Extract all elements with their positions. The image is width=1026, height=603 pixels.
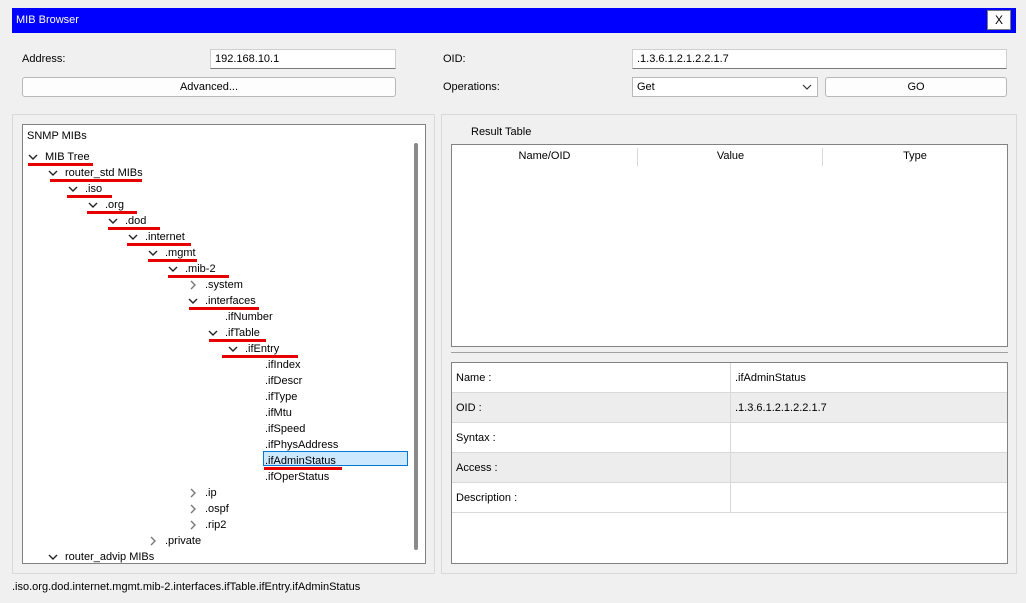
detail-label: Access : <box>456 462 498 474</box>
tree-node[interactable]: router_std MIBs <box>65 166 143 180</box>
tree-node[interactable]: .dod <box>125 214 146 228</box>
detail-label: OID : <box>456 402 482 414</box>
chevron-down-icon[interactable] <box>67 182 79 196</box>
result-table-title: Result Table <box>471 126 532 138</box>
tree-node[interactable]: .rip2 <box>205 518 226 532</box>
chevron-down-icon[interactable] <box>207 326 219 340</box>
tree-header: SNMP MIBs <box>27 130 87 142</box>
column-header-type[interactable]: Type <box>823 145 1007 167</box>
result-table[interactable]: Name/OID Value Type <box>451 144 1008 347</box>
tree-node[interactable]: .ifNumber <box>225 310 273 324</box>
tree-node[interactable]: .ifTable <box>225 326 260 340</box>
chevron-right-icon[interactable] <box>187 502 199 516</box>
tree-node[interactable]: .ifPhysAddress <box>265 438 338 452</box>
tree-node[interactable]: .ifType <box>265 390 297 404</box>
chevron-right-icon[interactable] <box>187 518 199 532</box>
column-header-name-oid[interactable]: Name/OID <box>452 145 637 167</box>
tree-node[interactable]: .ifMtu <box>265 406 292 420</box>
chevron-right-icon[interactable] <box>187 486 199 500</box>
chevron-down-icon[interactable] <box>187 294 199 308</box>
tree-node[interactable]: .ifSpeed <box>265 422 305 436</box>
tree-node[interactable]: .ifOperStatus <box>265 470 329 484</box>
tree-node[interactable]: .interfaces <box>205 294 256 308</box>
detail-value <box>731 483 735 513</box>
detail-value <box>731 453 735 483</box>
operations-value: Get <box>637 81 655 93</box>
tree-node[interactable]: .private <box>165 534 201 548</box>
tree-node[interactable]: router_advip MIBs <box>65 550 154 564</box>
close-button[interactable]: X <box>987 10 1011 30</box>
detail-label: Description : <box>456 492 518 504</box>
advanced-button[interactable]: Advanced... <box>22 77 396 97</box>
tree-node[interactable]: .ifDescr <box>265 374 302 388</box>
chevron-down-icon[interactable] <box>107 214 119 228</box>
go-button[interactable]: GO <box>825 77 1007 97</box>
oid-field[interactable]: .1.3.6.1.2.1.2.2.1.7 <box>632 49 1007 69</box>
chevron-right-icon[interactable] <box>187 278 199 292</box>
mib-tree[interactable] <box>22 124 426 564</box>
oid-label: OID: <box>443 53 466 65</box>
tree-node[interactable]: .mib-2 <box>185 262 216 276</box>
tree-node[interactable]: .ospf <box>205 502 229 516</box>
chevron-down-icon[interactable] <box>27 150 39 164</box>
chevron-down-icon[interactable] <box>47 166 59 180</box>
status-path: .iso.org.dod.internet.mgmt.mib-2.interfa… <box>12 581 361 593</box>
chevron-down-icon[interactable] <box>127 230 139 244</box>
operations-label: Operations: <box>443 81 500 93</box>
address-label: Address: <box>22 53 66 65</box>
operations-select[interactable]: Get <box>632 77 818 97</box>
tree-node[interactable]: .org <box>105 198 124 212</box>
tree-node[interactable]: MIB Tree <box>45 150 90 164</box>
address-field[interactable]: 192.168.10.1 <box>210 49 396 69</box>
column-divider <box>730 363 731 513</box>
tree-node[interactable]: .ifEntry <box>245 342 279 356</box>
panel-divider <box>451 352 1008 353</box>
detail-value: .1.3.6.1.2.1.2.2.1.7 <box>735 402 827 414</box>
detail-table: Name : .ifAdminStatus OID : .1.3.6.1.2.1… <box>451 362 1008 564</box>
tree-node[interactable]: .internet <box>145 230 185 244</box>
tree-node[interactable]: .ifIndex <box>265 358 300 372</box>
chevron-down-icon <box>802 84 812 90</box>
detail-label: Syntax : <box>456 432 496 444</box>
window-title: MIB Browser <box>16 14 79 26</box>
chevron-down-icon[interactable] <box>227 342 239 356</box>
chevron-down-icon[interactable] <box>47 550 59 564</box>
chevron-down-icon[interactable] <box>167 262 179 276</box>
tree-node[interactable]: .iso <box>85 182 102 196</box>
column-header-value[interactable]: Value <box>638 145 823 167</box>
title-bar: MIB Browser X <box>12 8 1016 33</box>
chevron-right-icon[interactable] <box>147 534 159 548</box>
chevron-down-icon[interactable] <box>147 246 159 260</box>
detail-value <box>731 423 735 453</box>
detail-label: Name : <box>456 372 492 384</box>
tree-scrollbar[interactable] <box>414 143 418 550</box>
tree-node[interactable]: .ifAdminStatus <box>265 454 336 468</box>
detail-value: .ifAdminStatus <box>735 372 806 384</box>
chevron-down-icon[interactable] <box>87 198 99 212</box>
tree-node[interactable]: .ip <box>205 486 217 500</box>
tree-node[interactable]: .mgmt <box>165 246 196 260</box>
tree-node[interactable]: .system <box>205 278 243 292</box>
